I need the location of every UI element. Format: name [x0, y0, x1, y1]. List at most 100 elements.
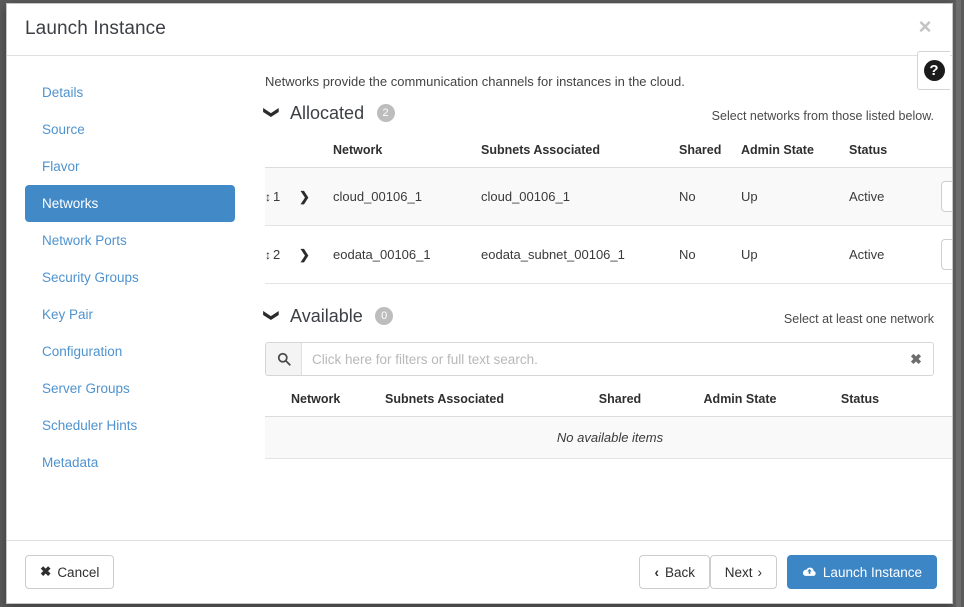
- col-network: Network: [265, 388, 385, 417]
- question-mark-circle-icon: ?: [924, 60, 945, 81]
- filter-search-bar: ✖: [265, 342, 934, 376]
- chevron-right-icon[interactable]: ❯: [299, 190, 310, 203]
- col-status: Status: [849, 139, 941, 168]
- help-button[interactable]: ?: [917, 51, 950, 90]
- cell-action: ↓: [941, 168, 953, 226]
- sidebar-item-metadata[interactable]: Metadata: [25, 444, 235, 481]
- col-subnets: Subnets Associated: [481, 139, 679, 168]
- dialog-header: Launch Instance ×: [7, 4, 952, 56]
- col-index: [265, 139, 299, 168]
- table-row: ↕1 ❯ cloud_00106_1 cloud_00106_1 No Up A…: [265, 168, 953, 226]
- allocated-title: Allocated: [290, 103, 364, 124]
- clear-search-icon[interactable]: ✖: [899, 343, 933, 375]
- search-input[interactable]: [302, 343, 899, 375]
- row-index-cell: ↕2: [265, 226, 299, 284]
- available-table-head: Network Subnets Associated Shared Admin …: [265, 388, 953, 417]
- page-scrollbar[interactable]: [953, 0, 964, 607]
- sidebar-item-details[interactable]: Details: [25, 74, 235, 111]
- next-button[interactable]: Next ›: [710, 555, 777, 589]
- launch-instance-dialog: Launch Instance × ? Details Source Flavo…: [6, 3, 953, 604]
- close-icon[interactable]: ×: [912, 14, 938, 40]
- dialog-body: Details Source Flavor Networks Network P…: [7, 56, 952, 541]
- chevron-left-icon: ‹: [654, 565, 659, 580]
- allocated-count-badge: 2: [377, 104, 395, 122]
- allocated-networks-table: Network Subnets Associated Shared Admin …: [265, 139, 953, 284]
- deallocate-network-button[interactable]: ↓: [941, 239, 953, 270]
- sidebar-item-security-groups[interactable]: Security Groups: [25, 259, 235, 296]
- cell-subnets: cloud_00106_1: [481, 168, 679, 226]
- col-expander: [299, 139, 333, 168]
- drag-handle-icon[interactable]: ↕: [265, 191, 271, 203]
- close-x-icon: ✖: [40, 564, 51, 580]
- available-header-row: Network Subnets Associated Shared Admin …: [265, 388, 953, 417]
- cell-admin-state: Up: [741, 226, 849, 284]
- empty-state-message: No available items: [265, 417, 953, 459]
- deallocate-network-button[interactable]: ↓: [941, 181, 953, 212]
- sidebar-item-configuration[interactable]: Configuration: [25, 333, 235, 370]
- chevron-down-icon[interactable]: ❯: [264, 309, 279, 322]
- back-button-label: Back: [665, 565, 695, 580]
- row-expander-cell: ❯: [299, 226, 333, 284]
- col-admin-state: Admin State: [675, 388, 805, 417]
- cell-subnets: eodata_subnet_00106_1: [481, 226, 679, 284]
- sidebar-item-networks[interactable]: Networks: [25, 185, 235, 222]
- col-actions: [941, 139, 953, 168]
- row-index: 2: [273, 247, 280, 262]
- allocated-table-body: ↕1 ❯ cloud_00106_1 cloud_00106_1 No Up A…: [265, 168, 953, 284]
- col-actions: [915, 388, 953, 417]
- allocated-hint: Select networks from those listed below.: [712, 109, 934, 123]
- col-admin-state: Admin State: [741, 139, 849, 168]
- row-index-cell: ↕1: [265, 168, 299, 226]
- dialog-footer: ✖ Cancel ‹ Back Next › Launch I: [7, 540, 952, 603]
- cell-status: Active: [849, 226, 941, 284]
- cell-network: cloud_00106_1: [333, 168, 481, 226]
- sidebar-item-source[interactable]: Source: [25, 111, 235, 148]
- allocated-table-head: Network Subnets Associated Shared Admin …: [265, 139, 953, 168]
- row-expander-cell: ❯: [299, 168, 333, 226]
- col-shared: Shared: [565, 388, 675, 417]
- allocated-section-header: ❯ Allocated 2 Select networks from those…: [265, 103, 934, 129]
- sidebar-item-network-ports[interactable]: Network Ports: [25, 222, 235, 259]
- search-icon[interactable]: [266, 343, 302, 375]
- drag-handle-icon[interactable]: ↕: [265, 249, 271, 261]
- col-shared: Shared: [679, 139, 741, 168]
- col-network: Network: [333, 139, 481, 168]
- available-table-body: No available items: [265, 417, 953, 459]
- sidebar-item-server-groups[interactable]: Server Groups: [25, 370, 235, 407]
- cell-shared: No: [679, 226, 741, 284]
- page-title: Launch Instance: [25, 18, 166, 40]
- col-subnets: Subnets Associated: [385, 388, 565, 417]
- chevron-right-icon: ›: [758, 565, 763, 580]
- networks-panel: Networks provide the communication chann…: [253, 56, 952, 541]
- table-row: ↕2 ❯ eodata_00106_1 eodata_subnet_00106_…: [265, 226, 953, 284]
- cancel-button-label: Cancel: [57, 565, 99, 580]
- launch-instance-label: Launch Instance: [823, 565, 922, 580]
- chevron-right-icon[interactable]: ❯: [299, 248, 310, 261]
- wizard-sidebar: Details Source Flavor Networks Network P…: [7, 56, 253, 541]
- available-title: Available: [290, 306, 363, 327]
- next-button-label: Next: [725, 565, 753, 580]
- sidebar-item-key-pair[interactable]: Key Pair: [25, 296, 235, 333]
- launch-instance-button[interactable]: Launch Instance: [787, 555, 937, 589]
- available-count-badge: 0: [375, 307, 393, 325]
- col-status: Status: [805, 388, 915, 417]
- cloud-upload-icon: [802, 566, 817, 578]
- empty-state-row: No available items: [265, 417, 953, 459]
- cell-network: eodata_00106_1: [333, 226, 481, 284]
- row-index: 1: [273, 189, 280, 204]
- allocated-header-row: Network Subnets Associated Shared Admin …: [265, 139, 953, 168]
- back-button[interactable]: ‹ Back: [639, 555, 710, 589]
- page-root: Launch Instance × ? Details Source Flavo…: [0, 0, 964, 607]
- scrollbar-thumb[interactable]: [956, 0, 961, 607]
- available-section-header: ❯ Available 0 Select at least one networ…: [265, 306, 934, 332]
- panel-description: Networks provide the communication chann…: [265, 74, 934, 89]
- available-hint: Select at least one network: [784, 312, 934, 326]
- sidebar-item-flavor[interactable]: Flavor: [25, 148, 235, 185]
- chevron-down-icon[interactable]: ❯: [264, 106, 279, 119]
- cell-shared: No: [679, 168, 741, 226]
- cancel-button[interactable]: ✖ Cancel: [25, 555, 114, 589]
- cell-action: ↓: [941, 226, 953, 284]
- cell-status: Active: [849, 168, 941, 226]
- cell-admin-state: Up: [741, 168, 849, 226]
- sidebar-item-scheduler-hints[interactable]: Scheduler Hints: [25, 407, 235, 444]
